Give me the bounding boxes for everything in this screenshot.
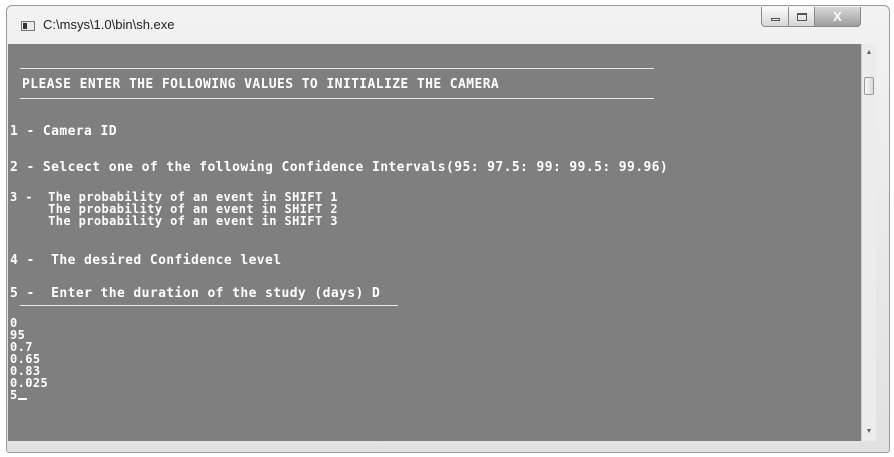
text-cursor xyxy=(17,398,27,400)
prompt-rule xyxy=(20,305,398,306)
scroll-thumb[interactable] xyxy=(864,77,874,95)
close-button[interactable]: X xyxy=(814,7,861,27)
banner-rule-top xyxy=(20,68,654,69)
window-title: C:\msys\1.0\bin\sh.exe xyxy=(43,17,175,32)
maximize-button[interactable] xyxy=(788,7,815,27)
banner-text: PLEASE ENTER THE FOLLOWING VALUES TO INI… xyxy=(22,77,500,92)
prompt-study-duration: 5 - Enter the duration of the study (day… xyxy=(10,286,381,301)
scroll-up-arrow-icon[interactable]: ▲ xyxy=(862,46,876,60)
banner-rule-bottom xyxy=(20,98,654,99)
console-app-icon[interactable] xyxy=(21,21,35,31)
minimize-button[interactable] xyxy=(761,7,789,27)
close-icon: X xyxy=(833,9,842,24)
current-input-value: 5 xyxy=(10,388,18,402)
title-bar[interactable]: C:\msys\1.0\bin\sh.exe X xyxy=(7,6,889,44)
prompt-shift-3: The probability of an event in SHIFT 3 xyxy=(10,214,338,228)
prompt-camera-id: 1 - Camera ID xyxy=(10,124,117,139)
console-output[interactable]: PLEASE ENTER THE FOLLOWING VALUES TO INI… xyxy=(8,44,861,441)
minimize-icon xyxy=(770,18,780,21)
prompt-confidence-intervals: 2 - Selcect one of the following Confide… xyxy=(10,160,669,175)
prompt-confidence-level: 4 - The desired Confidence level xyxy=(10,253,282,268)
maximize-icon xyxy=(796,12,807,21)
input-line-current[interactable]: 5 xyxy=(10,389,27,401)
scroll-down-arrow-icon[interactable]: ▼ xyxy=(862,425,876,439)
vertical-scrollbar[interactable]: ▲ ▼ xyxy=(861,44,876,441)
